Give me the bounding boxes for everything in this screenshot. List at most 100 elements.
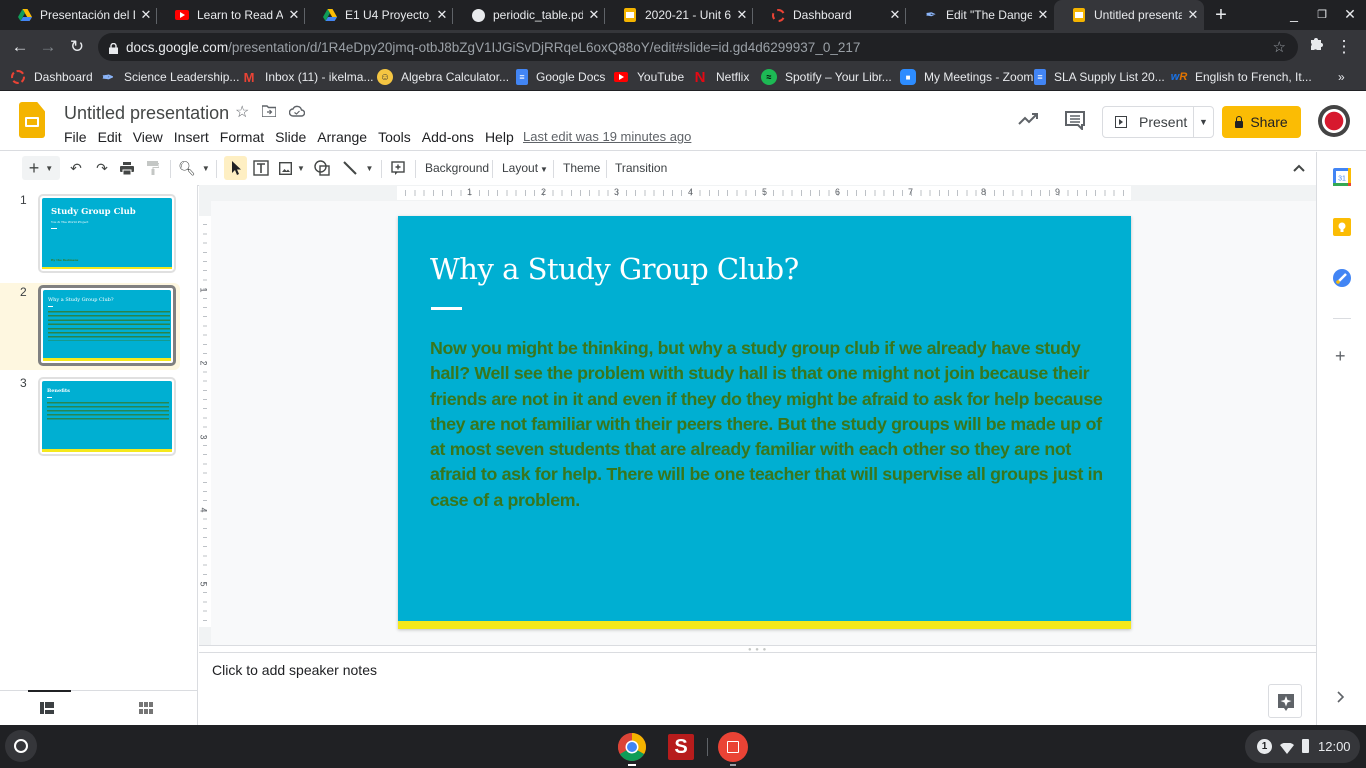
status-area[interactable]: 1 12:00 xyxy=(1245,730,1360,763)
menu-add-ons[interactable]: Add-ons xyxy=(422,129,474,145)
close-tab-icon[interactable]: ✕ xyxy=(884,7,906,23)
cloud-saved-icon[interactable] xyxy=(288,104,306,120)
menu-file[interactable]: File xyxy=(64,129,87,145)
slide-2[interactable]: Why a Study Group Club? Now you might be… xyxy=(398,216,1131,629)
menu-insert[interactable]: Insert xyxy=(174,129,209,145)
speaker-notes[interactable]: Click to add speaker notes xyxy=(199,653,1316,725)
bookmark-spotify[interactable]: ≈ Spotify – Your Libr... xyxy=(761,68,892,86)
bookmark-zoom[interactable]: ■ My Meetings - Zoom xyxy=(900,68,1033,86)
browser-tab[interactable]: ✒ Edit "The Dangers ✕ xyxy=(906,0,1054,30)
transition-button[interactable]: Transition xyxy=(615,156,667,180)
explore-button[interactable] xyxy=(1268,684,1302,718)
background-button[interactable]: Background xyxy=(425,156,489,180)
close-tab-icon[interactable]: ✕ xyxy=(135,7,157,23)
bookmark-science-leadership[interactable]: ✒ Science Leadership... xyxy=(100,68,239,86)
close-tab-icon[interactable]: ✕ xyxy=(583,7,605,23)
menu-format[interactable]: Format xyxy=(220,129,264,145)
browser-menu-icon[interactable]: ⋮ xyxy=(1333,36,1355,58)
undo-icon[interactable]: ↶ xyxy=(66,156,86,180)
slide-body-text[interactable]: Now you might be thinking, but why a stu… xyxy=(430,336,1110,513)
bookmark-inbox[interactable]: M Inbox (11) - ikelma... xyxy=(241,68,374,86)
get-add-ons-icon[interactable]: + xyxy=(1335,346,1346,367)
document-title[interactable]: Untitled presentation xyxy=(64,103,229,124)
bookmark-sla-supply-list[interactable]: ≡ SLA Supply List 20... xyxy=(1034,68,1165,86)
bookmark-star-icon[interactable]: ☆ xyxy=(1273,38,1286,56)
browser-tab[interactable]: Learn to Read Aure ✕ xyxy=(157,0,305,30)
browser-tab[interactable]: Presentación del D ✕ xyxy=(0,0,157,30)
shape-icon[interactable] xyxy=(312,156,332,180)
select-tool-icon[interactable] xyxy=(224,156,247,180)
close-tab-icon[interactable]: ✕ xyxy=(1182,7,1204,23)
move-to-folder-icon[interactable] xyxy=(261,104,277,120)
menu-arrange[interactable]: Arrange xyxy=(317,129,367,145)
close-tab-icon[interactable]: ✕ xyxy=(431,7,453,23)
minimize-button[interactable]: _ xyxy=(1284,6,1304,22)
google-slides-logo[interactable] xyxy=(19,102,45,138)
present-button[interactable]: Present ▼ xyxy=(1102,106,1214,138)
menu-view[interactable]: View xyxy=(133,129,163,145)
line-tool-button[interactable]: ▼ xyxy=(340,156,376,180)
theme-button[interactable]: Theme xyxy=(563,156,600,180)
menu-help[interactable]: Help xyxy=(485,129,514,145)
share-button[interactable]: Share xyxy=(1222,106,1301,138)
reload-button[interactable]: ↻ xyxy=(66,36,88,58)
extensions-icon[interactable] xyxy=(1305,36,1327,58)
browser-tab[interactable]: periodic_table.pdf ✕ xyxy=(453,0,605,30)
gallery-app-icon[interactable] xyxy=(718,732,748,762)
text-box-icon[interactable] xyxy=(251,156,271,180)
insert-image-button[interactable]: ▼ xyxy=(277,156,307,180)
grid-view-icon[interactable] xyxy=(139,701,153,719)
slide-thumbnail-3[interactable]: Benefits xyxy=(38,377,176,456)
layout-button[interactable]: Layout ▼ xyxy=(502,156,548,180)
browser-tab-active[interactable]: Untitled presentati ✕ xyxy=(1054,0,1204,30)
forward-button[interactable]: → xyxy=(37,36,59,58)
close-tab-icon[interactable]: ✕ xyxy=(731,7,753,23)
show-side-panel-icon[interactable] xyxy=(1337,690,1345,706)
slide-title[interactable]: Why a Study Group Club? xyxy=(430,252,799,286)
collapse-toolbar-icon[interactable] xyxy=(1290,156,1308,180)
address-bar[interactable]: docs.google.com/presentation/d/1R4eDpy20… xyxy=(98,33,1298,61)
close-tab-icon[interactable]: ✕ xyxy=(1032,7,1054,23)
paint-format-icon[interactable] xyxy=(143,156,163,180)
filmstrip-view-icon[interactable] xyxy=(40,701,54,719)
bookmark-google-docs[interactable]: ≡ Google Docs xyxy=(516,68,605,86)
activity-dashboard-icon[interactable] xyxy=(1018,111,1040,127)
google-calendar-icon[interactable]: 31 xyxy=(1333,168,1351,191)
speaker-notes-placeholder[interactable]: Click to add speaker notes xyxy=(212,662,377,678)
launcher-button[interactable] xyxy=(5,730,37,762)
bookmark-netflix[interactable]: N Netflix xyxy=(692,68,750,86)
s-app-icon[interactable]: S xyxy=(668,734,694,760)
chrome-app-icon[interactable] xyxy=(617,732,647,767)
bookmarks-overflow-button[interactable]: » xyxy=(1338,68,1345,86)
browser-tab[interactable]: 2020-21 - Unit 6, D ✕ xyxy=(605,0,753,30)
restore-button[interactable]: ❐ xyxy=(1312,8,1332,21)
print-icon[interactable] xyxy=(117,156,137,180)
bookmark-dashboard[interactable]: Dashboard xyxy=(10,68,93,86)
last-edit-link[interactable]: Last edit was 19 minutes ago xyxy=(523,129,691,144)
google-keep-icon[interactable] xyxy=(1333,218,1351,241)
close-tab-icon[interactable]: ✕ xyxy=(283,7,305,23)
notes-resize-handle[interactable]: ● ● ● xyxy=(199,645,1316,653)
present-options-dropdown[interactable]: ▼ xyxy=(1194,117,1213,127)
close-window-button[interactable]: ✕ xyxy=(1340,6,1360,23)
zoom-button[interactable]: 🔍︎ ▼ xyxy=(178,156,210,180)
slide-thumbnail-1[interactable]: Study Group Club You & The World Project… xyxy=(38,194,176,273)
bookmark-wordreference[interactable]: w R English to French, It... xyxy=(1171,68,1312,86)
redo-icon[interactable]: ↷ xyxy=(92,156,112,180)
add-comment-icon[interactable] xyxy=(388,156,408,180)
browser-tab[interactable]: E1 U4 Proyecto_C ✕ xyxy=(305,0,453,30)
account-avatar[interactable] xyxy=(1318,105,1350,137)
new-slide-button[interactable]: + ▼ xyxy=(22,156,60,180)
star-icon[interactable]: ☆ xyxy=(235,102,249,122)
comment-history-icon[interactable] xyxy=(1064,110,1086,132)
slide-thumbnail-2[interactable]: Why a Study Group Club? xyxy=(38,285,176,366)
menu-slide[interactable]: Slide xyxy=(275,129,306,145)
new-tab-button[interactable]: + xyxy=(1209,4,1233,26)
menu-tools[interactable]: Tools xyxy=(378,129,411,145)
bookmark-youtube[interactable]: YouTube xyxy=(613,68,684,86)
google-tasks-icon[interactable] xyxy=(1333,269,1351,292)
browser-tab[interactable]: Dashboard ✕ xyxy=(753,0,906,30)
menu-edit[interactable]: Edit xyxy=(98,129,122,145)
bookmark-algebra-calculator[interactable]: ☺ Algebra Calculator... xyxy=(377,68,509,86)
back-button[interactable]: ← xyxy=(9,36,31,58)
